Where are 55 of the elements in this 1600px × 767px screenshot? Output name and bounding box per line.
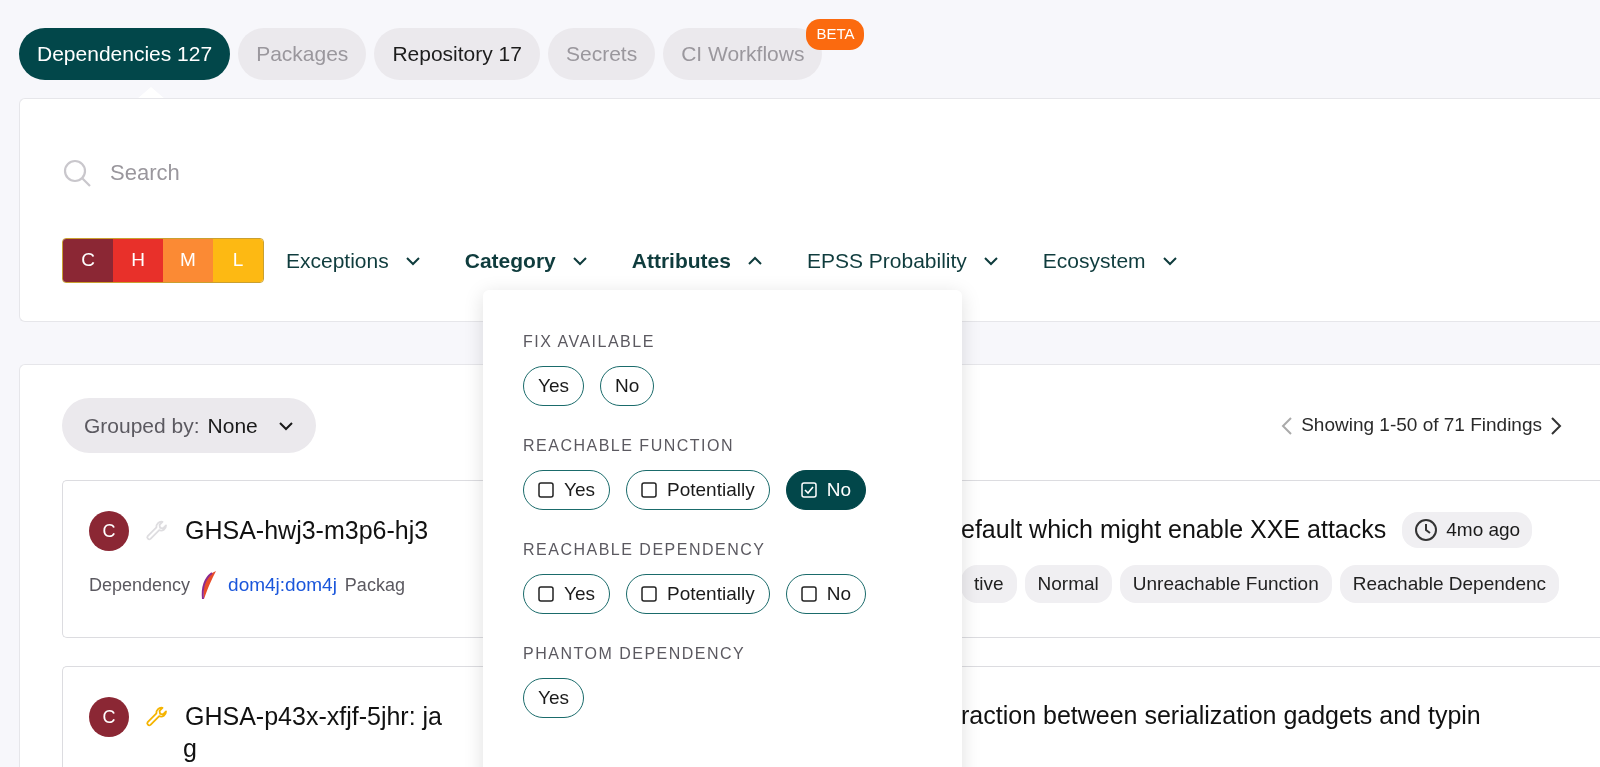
filter-dropdown[interactable]: Exceptions <box>286 244 421 277</box>
section-heading: PHANTOM DEPENDENCY <box>523 644 747 664</box>
beta-badge: BETA <box>806 19 865 50</box>
section-heading: REACHABLE DEPENDENCY <box>523 540 767 560</box>
tag: Unreachable Function <box>1119 564 1332 603</box>
filter-option[interactable]: Yes <box>523 678 584 718</box>
filter-option[interactable]: Yes <box>523 574 610 614</box>
filter-dropdown[interactable]: Ecosystem <box>1042 244 1178 277</box>
finding-title[interactable]: efault which might enable XXE attacks <box>961 511 1387 549</box>
section-heading: REACHABLE FUNCTION <box>523 436 736 456</box>
next-icon[interactable] <box>1550 415 1562 436</box>
filter-option[interactable]: Yes <box>523 470 610 510</box>
checkbox-icon <box>538 586 554 602</box>
filter-option[interactable]: Potentially <box>626 470 770 510</box>
group-by-dropdown[interactable]: Grouped by: None <box>62 398 316 453</box>
dependency-label: Dependency <box>89 573 191 597</box>
section-heading: FIX AVAILABLE <box>523 332 656 352</box>
checkbox-icon <box>800 482 817 498</box>
severity-avatar: C <box>89 511 129 551</box>
chevron-icon <box>1161 255 1178 266</box>
filter-dropdown[interactable]: Attributes <box>631 244 763 277</box>
filter-option[interactable]: No <box>785 470 866 510</box>
filter-dropdown[interactable]: Category <box>464 244 588 277</box>
pagination-text: Showing 1-50 of 71 Findings <box>1301 413 1542 438</box>
checkbox-icon <box>641 482 657 498</box>
clock-icon <box>1414 517 1439 542</box>
finding-title[interactable]: GHSA-p43x-xfjf-5jhr: ja <box>185 698 443 736</box>
finding-title[interactable]: GHSA-hwj3-m3p6-hj3 <box>185 512 429 550</box>
filter-option[interactable]: Yes <box>523 366 584 406</box>
checkbox-icon <box>538 482 554 498</box>
finding-title[interactable]: g <box>183 737 197 760</box>
filter-option[interactable]: No <box>785 574 866 614</box>
severity-avatar: C <box>89 697 129 737</box>
package-label: Packag <box>344 573 405 597</box>
filter-dropdown[interactable]: EPSS Probability <box>806 244 999 277</box>
filter-option[interactable]: No <box>600 366 655 406</box>
tag: Normal <box>1024 564 1112 603</box>
filter-option[interactable]: Potentially <box>626 574 770 614</box>
age-text: 4mo ago <box>1446 517 1521 542</box>
chevron-icon <box>982 255 999 266</box>
finding-title[interactable]: raction between serialization gadgets and typin <box>961 697 1481 735</box>
chevron-icon <box>277 420 294 431</box>
search-icon <box>62 157 92 188</box>
severity-toggle[interactable]: H <box>113 239 163 282</box>
checkbox-icon <box>800 586 817 602</box>
tab[interactable]: Dependencies 127 <box>19 28 231 80</box>
chevron-icon <box>746 255 763 266</box>
tag: Reachable Dependenc <box>1339 564 1559 603</box>
severity-toggle[interactable]: C <box>63 239 113 282</box>
tab[interactable]: Repository 17 <box>374 28 540 80</box>
chevron-icon <box>571 255 588 266</box>
checkbox-icon <box>641 586 657 602</box>
tag: tive <box>961 564 1017 603</box>
package-link[interactable]: dom4j:dom4j <box>228 570 337 600</box>
chevron-icon <box>404 255 421 266</box>
